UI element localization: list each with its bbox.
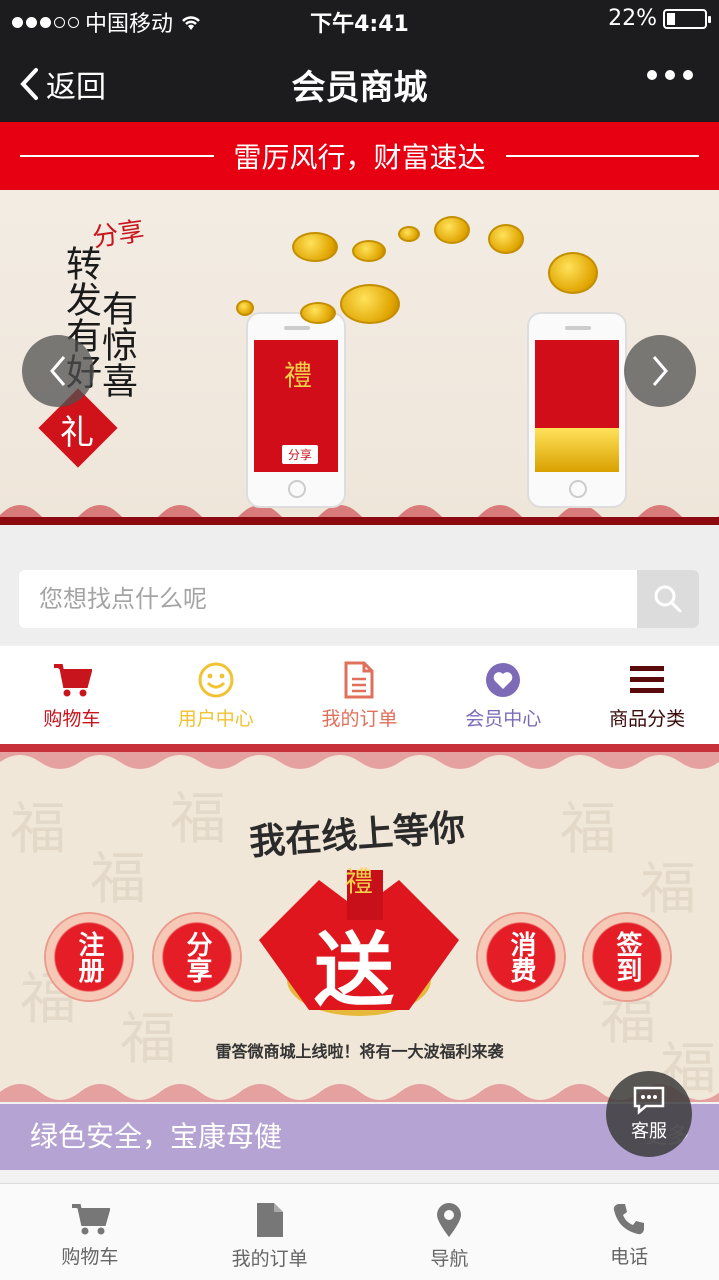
chat-bubble-icon xyxy=(633,1086,665,1115)
promo-bg-decoration: 福 xyxy=(640,857,696,922)
promo-wave-top xyxy=(0,752,719,769)
search-input[interactable] xyxy=(19,570,637,628)
carousel-next-button[interactable] xyxy=(624,335,696,407)
banner-phone-left: 禮 分享 xyxy=(246,312,346,508)
carousel-prev-button[interactable] xyxy=(22,335,94,407)
coin-icon xyxy=(548,252,598,294)
phone-gift-char: 禮 xyxy=(284,359,313,392)
banner-bottom-border xyxy=(0,517,719,525)
coin-icon xyxy=(236,300,254,316)
promo-top-char: 禮 xyxy=(345,865,374,898)
battery-icon xyxy=(663,8,711,29)
menu-label: 用户中心 xyxy=(177,708,254,730)
search-bar xyxy=(19,570,699,628)
tab-cart[interactable]: 购物车 xyxy=(0,1184,180,1280)
bottom-tab-bar: 购物车 我的订单 导航 电话 xyxy=(0,1183,719,1280)
customer-service-button[interactable]: 客服 xyxy=(606,1071,692,1157)
menu-item-categories[interactable]: 商品分类 xyxy=(575,646,719,744)
promo-share-button[interactable]: 分享 xyxy=(154,914,240,1000)
promo-checkin-button[interactable]: 签到 xyxy=(584,914,670,1000)
promo-button-label: 注册 xyxy=(74,931,104,983)
page-title: 会员商城 xyxy=(291,68,428,108)
promo-bg-decoration: 福 xyxy=(560,797,616,862)
chat-label: 客服 xyxy=(631,1121,667,1142)
document-icon xyxy=(256,1203,283,1237)
tab-label: 我的订单 xyxy=(231,1248,308,1270)
slogan-bar: 雷厉风行，财富速达 xyxy=(0,122,719,190)
shopping-cart-icon xyxy=(53,664,92,697)
promo-caption: 雷答微商城上线啦！将有一大波福利来袭 xyxy=(215,1042,504,1061)
promo-center-char: 送 xyxy=(314,923,394,1017)
promo-bg-decoration: 福 xyxy=(90,847,146,912)
phone-gold-pile xyxy=(535,428,619,472)
banner-text-col1: 有惊喜 xyxy=(96,290,137,398)
tab-label: 电话 xyxy=(610,1246,649,1268)
menu-item-member-center[interactable]: 会员中心 xyxy=(431,646,575,744)
search-icon xyxy=(654,585,682,613)
document-icon xyxy=(344,661,374,699)
promo-register-button[interactable]: 注册 xyxy=(46,914,132,1000)
menu-item-cart[interactable]: 购物车 xyxy=(0,646,144,744)
coin-icon xyxy=(434,216,470,244)
slogan-text: 雷厉风行，财富速达 xyxy=(233,141,486,174)
quick-menu: 购物车 用户中心 我的订单 会员中心 商品分类 xyxy=(0,646,719,744)
banner-gift-seal-text: 礼 xyxy=(60,413,94,453)
phone-icon xyxy=(613,1204,645,1235)
menu-item-user-center[interactable]: 用户中心 xyxy=(144,646,288,744)
tab-label: 购物车 xyxy=(61,1246,119,1268)
promo-button-label: 分享 xyxy=(182,931,212,983)
battery-percent: 22% xyxy=(608,6,657,31)
menu-label: 会员中心 xyxy=(465,708,542,730)
location-pin-icon xyxy=(437,1203,462,1237)
menu-lines-icon xyxy=(630,666,665,693)
section-title: 绿色安全，宝康母健 xyxy=(30,1120,283,1153)
menu-label: 商品分类 xyxy=(609,708,686,730)
coin-icon xyxy=(292,232,338,262)
tab-label: 导航 xyxy=(430,1248,469,1270)
smiley-icon xyxy=(198,662,234,698)
menu-label: 我的订单 xyxy=(321,708,398,730)
promo-bg-decoration: 福 xyxy=(170,787,226,852)
promo-button-label: 消费 xyxy=(506,931,536,983)
status-bar: 中国移动 下午4:41 22% xyxy=(0,0,719,40)
coin-icon xyxy=(352,240,386,262)
promo-consume-button[interactable]: 消费 xyxy=(478,914,564,1000)
promo-bg-decoration: 福 xyxy=(120,1007,176,1072)
tab-my-orders[interactable]: 我的订单 xyxy=(180,1184,360,1280)
shopping-cart-icon xyxy=(71,1204,110,1235)
chevron-right-icon xyxy=(652,356,668,386)
heart-circle-icon xyxy=(486,663,521,697)
status-right: 22% xyxy=(608,6,711,31)
slogan-divider xyxy=(20,155,214,157)
more-menu-button[interactable] xyxy=(647,70,693,80)
phone-share-button: 分享 xyxy=(282,445,319,464)
more-dot-icon xyxy=(683,70,693,80)
promo-top-border xyxy=(0,744,719,752)
coin-icon xyxy=(300,302,336,324)
chevron-left-icon xyxy=(50,356,66,386)
tab-navigation[interactable]: 导航 xyxy=(360,1184,540,1280)
search-button[interactable] xyxy=(637,570,699,628)
more-dot-icon xyxy=(647,70,657,80)
menu-item-my-orders[interactable]: 我的订单 xyxy=(288,646,432,744)
promo-button-label: 签到 xyxy=(612,931,642,983)
menu-label: 购物车 xyxy=(43,708,101,730)
coin-icon xyxy=(488,224,524,254)
promo-bg-decoration: 福 xyxy=(10,797,66,862)
slogan-divider xyxy=(505,155,700,157)
tab-phone[interactable]: 电话 xyxy=(539,1184,719,1280)
nav-bar: 返回 会员商城 xyxy=(0,40,719,122)
coin-icon xyxy=(340,284,400,324)
coin-icon xyxy=(398,226,420,242)
more-dot-icon xyxy=(665,70,675,80)
banner-phone-right xyxy=(527,312,627,508)
